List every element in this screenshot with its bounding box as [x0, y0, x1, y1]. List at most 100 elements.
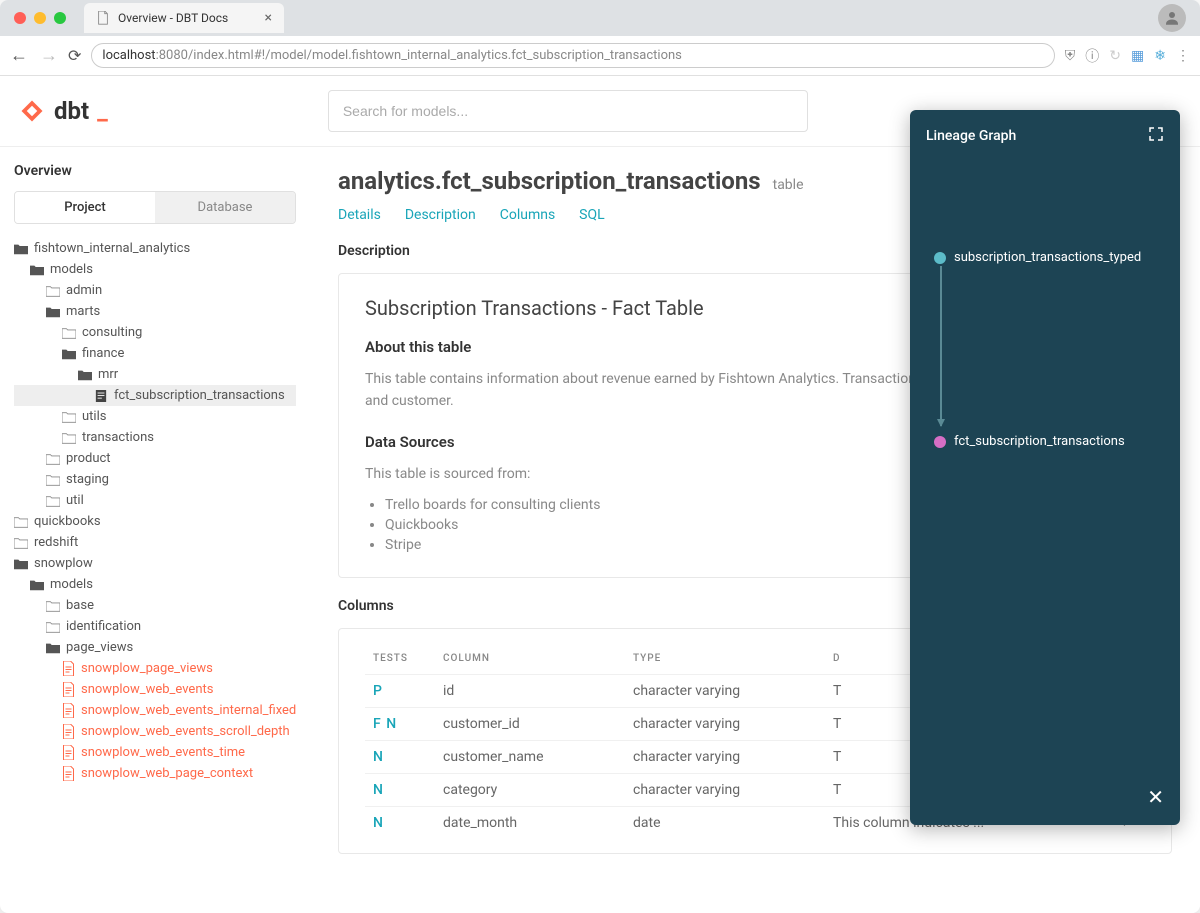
tree-folder[interactable]: transactions — [14, 427, 296, 448]
url-bar[interactable]: localhost:8080/index.html#!/model/model.… — [91, 43, 1054, 68]
cell-tests: N — [365, 741, 435, 774]
tree-label: mrr — [98, 367, 118, 382]
tree-label: models — [50, 577, 93, 592]
tree-file[interactable]: fct_subscription_transactions — [14, 385, 296, 406]
tree-label: marts — [66, 304, 100, 319]
tree-folder[interactable]: admin — [14, 280, 296, 301]
tree-folder[interactable]: fishtown_internal_analytics — [14, 238, 296, 259]
tree-folder[interactable]: models — [14, 574, 296, 595]
tab-close-icon[interactable]: × — [265, 10, 272, 26]
sidebar-heading: Overview — [14, 163, 296, 179]
refresh-button[interactable]: ⟳ — [68, 46, 81, 65]
window-maximize-button[interactable] — [54, 12, 66, 24]
node-dot-icon — [934, 436, 946, 448]
lineage-panel: Lineage Graph subscription_transactions_… — [910, 110, 1180, 825]
url-path: /index.html#!/model/model.fishtown_inter… — [188, 48, 682, 63]
tree-folder[interactable]: utils — [14, 406, 296, 427]
tree-file[interactable]: snowplow_web_page_context — [14, 763, 296, 784]
tree-label: snowplow — [34, 556, 93, 571]
lineage-node-target[interactable]: fct_subscription_transactions — [934, 434, 1125, 449]
tree-folder[interactable]: mrr — [14, 364, 296, 385]
tree-folder[interactable]: base — [14, 595, 296, 616]
tree-folder[interactable]: page_views — [14, 637, 296, 658]
expand-icon[interactable] — [1148, 126, 1164, 146]
tab-columns[interactable]: Columns — [500, 207, 555, 223]
shield-icon[interactable]: ⛨ — [1065, 48, 1076, 64]
cell-column: customer_id — [435, 708, 625, 741]
tab-sql[interactable]: SQL — [579, 207, 604, 223]
lineage-graph[interactable]: subscription_transactions_typed fct_subs… — [926, 246, 1164, 726]
tree-folder[interactable]: product — [14, 448, 296, 469]
lineage-header: Lineage Graph — [926, 126, 1164, 146]
close-icon[interactable]: ✕ — [1147, 785, 1164, 809]
tab-details[interactable]: Details — [338, 207, 381, 223]
lineage-title: Lineage Graph — [926, 128, 1016, 144]
node-label: fct_subscription_transactions — [954, 434, 1125, 449]
sidebar-tab-project[interactable]: Project — [15, 192, 155, 223]
snowflake-icon[interactable]: ❄ — [1154, 48, 1166, 64]
tree-label: snowplow_web_events_scroll_depth — [81, 724, 290, 739]
tree-label: fishtown_internal_analytics — [34, 241, 190, 256]
tree-file[interactable]: snowplow_web_events_time — [14, 742, 296, 763]
menu-icon[interactable]: ⋮ — [1176, 48, 1190, 64]
nav-arrows: ← → — [10, 45, 58, 66]
tree-folder[interactable]: marts — [14, 301, 296, 322]
tree-label: page_views — [66, 640, 133, 655]
tab-bar: Overview - DBT Docs × — [0, 0, 1200, 36]
tree-label: snowplow_web_events_internal_fixed — [81, 703, 296, 718]
tree-file[interactable]: snowplow_web_events_internal_fixed — [14, 700, 296, 721]
cell-column: category — [435, 774, 625, 807]
profile-avatar[interactable] — [1158, 4, 1186, 32]
cell-column: id — [435, 675, 625, 708]
brand-logo[interactable]: dbt_ — [18, 97, 108, 125]
window-minimize-button[interactable] — [34, 12, 46, 24]
tree-folder[interactable]: consulting — [14, 322, 296, 343]
tree-folder[interactable]: quickbooks — [14, 511, 296, 532]
browser-chrome: Overview - DBT Docs × ← → ⟳ localhost:80… — [0, 0, 1200, 76]
search-input[interactable] — [328, 90, 808, 132]
url-host: localhost — [102, 48, 155, 63]
cell-tests: P — [365, 675, 435, 708]
tree-folder[interactable]: snowplow — [14, 553, 296, 574]
tree-label: snowplow_page_views — [81, 661, 213, 676]
back-button[interactable]: ← — [10, 45, 28, 66]
tree-label: models — [50, 262, 93, 277]
th-tests: TESTS — [365, 643, 435, 675]
tree-label: staging — [66, 472, 109, 487]
tree-file[interactable]: snowplow_web_events_scroll_depth — [14, 721, 296, 742]
lineage-node-source[interactable]: subscription_transactions_typed — [934, 250, 1141, 265]
tree-label: fct_subscription_transactions — [114, 388, 285, 403]
sidebar-tabs: Project Database — [14, 191, 296, 224]
tree-label: product — [66, 451, 111, 466]
brand-caret: _ — [97, 97, 108, 125]
tree-folder[interactable]: finance — [14, 343, 296, 364]
sidebar: Overview Project Database fishtown_inter… — [0, 147, 310, 913]
tree-folder[interactable]: identification — [14, 616, 296, 637]
tree-folder[interactable]: util — [14, 490, 296, 511]
page-icon — [96, 11, 110, 25]
window-close-button[interactable] — [14, 12, 26, 24]
extension-icon[interactable]: ▦ — [1131, 48, 1144, 64]
node-label: subscription_transactions_typed — [954, 250, 1141, 265]
browser-window: Overview - DBT Docs × ← → ⟳ localhost:80… — [0, 0, 1200, 913]
address-bar: ← → ⟳ localhost:8080/index.html#!/model/… — [0, 36, 1200, 76]
cell-type: date — [625, 807, 825, 840]
tree-folder[interactable]: redshift — [14, 532, 296, 553]
cell-tests: N — [365, 807, 435, 840]
cell-type: character varying — [625, 708, 825, 741]
tab-description[interactable]: Description — [405, 207, 476, 223]
sidebar-tab-database[interactable]: Database — [155, 192, 295, 223]
forward-button[interactable]: → — [40, 45, 58, 66]
tree-folder[interactable]: staging — [14, 469, 296, 490]
cell-tests: N — [365, 774, 435, 807]
tree-file[interactable]: snowplow_page_views — [14, 658, 296, 679]
traffic-lights — [6, 12, 74, 24]
tree-label: snowplow_web_events — [81, 682, 213, 697]
info-icon[interactable]: ⓘ — [1085, 46, 1099, 66]
th-column: COLUMN — [435, 643, 625, 675]
tree-label: transactions — [82, 430, 154, 445]
tree-file[interactable]: snowplow_web_events — [14, 679, 296, 700]
browser-tab[interactable]: Overview - DBT Docs × — [84, 3, 284, 33]
tree-folder[interactable]: models — [14, 259, 296, 280]
file-tree: fishtown_internal_analyticsmodels admin ma… — [14, 238, 296, 784]
